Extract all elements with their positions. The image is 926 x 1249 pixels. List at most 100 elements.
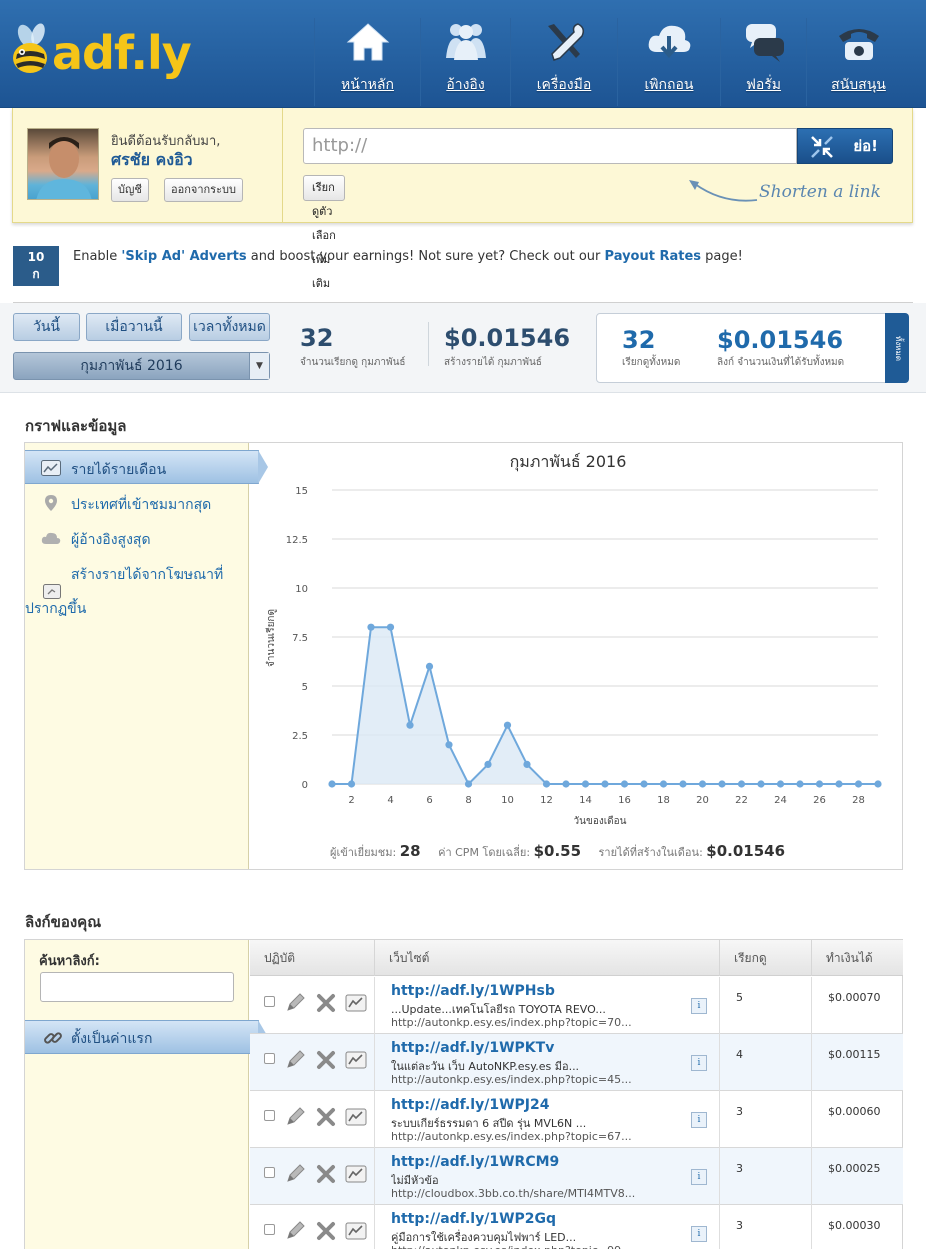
menu-top-countries[interactable]: ประเทศที่เข้าชมมากสุด — [25, 486, 259, 520]
stats-icon[interactable] — [345, 992, 367, 1014]
row-checkbox[interactable] — [264, 1167, 275, 1178]
delete-icon[interactable] — [315, 992, 337, 1014]
data-point[interactable] — [620, 780, 629, 788]
data-point[interactable] — [718, 780, 726, 788]
alltime-button[interactable]: เวลาทั้งหมด — [189, 313, 270, 341]
col-earned[interactable]: ทำเงินได้ — [811, 940, 903, 976]
link-url[interactable]: http://cloudbox.3bb.co.th/share/MTI4MTV8… — [391, 1187, 681, 1200]
short-link[interactable]: http://adf.ly/1WPJ24 — [391, 1097, 549, 1113]
views-value: 4 — [736, 1048, 743, 1061]
short-link[interactable]: http://adf.ly/1WP2Gq — [391, 1211, 556, 1227]
notice-text-suffix: page! — [701, 249, 743, 264]
row-checkbox[interactable] — [264, 1110, 275, 1121]
data-point[interactable] — [367, 623, 375, 631]
data-point[interactable] — [542, 780, 551, 788]
info-icon[interactable]: i — [691, 1055, 707, 1071]
short-link[interactable]: http://adf.ly/1WPHsb — [391, 983, 555, 999]
info-icon[interactable]: i — [691, 998, 707, 1014]
nav-referrals[interactable]: อ้างอิง — [420, 18, 510, 106]
payout-rates-link[interactable]: Payout Rates — [605, 249, 702, 264]
data-point[interactable] — [874, 780, 882, 788]
data-point[interactable] — [386, 623, 395, 631]
shrink-button[interactable]: ย่อ! — [797, 128, 893, 164]
nav-withdraw[interactable]: เพิกถอน — [617, 18, 720, 106]
nav-support[interactable]: สนับสนุน — [806, 18, 910, 106]
url-input[interactable]: http:// — [303, 128, 797, 164]
menu-top-referrers[interactable]: ผู้อ้างอิงสูงสุด — [25, 521, 259, 555]
data-point[interactable] — [484, 760, 492, 768]
skip-ad-link[interactable]: 'Skip Ad' Adverts — [121, 249, 246, 264]
data-point[interactable] — [406, 721, 414, 729]
stats-icon[interactable] — [345, 1106, 367, 1128]
data-point[interactable] — [737, 780, 746, 788]
link-url[interactable]: http://autonkp.esy.es/index.php?topic=67… — [391, 1130, 681, 1143]
menu-monthly-earnings[interactable]: รายได้รายเดือน — [25, 450, 268, 484]
nav-home[interactable]: หน้าหลัก — [314, 18, 420, 106]
row-checkbox[interactable] — [264, 996, 275, 1007]
stats-icon[interactable] — [345, 1220, 367, 1242]
edit-icon[interactable] — [284, 1163, 306, 1185]
month-select[interactable]: กุมภาพันธ์ 2016 ▼ — [13, 352, 270, 380]
nav-forum[interactable]: ฟอรั่ม — [720, 18, 806, 106]
delete-icon[interactable] — [315, 1106, 337, 1128]
data-point[interactable] — [562, 780, 570, 788]
stats-icon[interactable] — [345, 1049, 367, 1071]
menu-popup-earnings[interactable]: สร้างรายได้จากโฆษณาที่ ปรากฏขึ้น — [25, 556, 259, 617]
search-links-input[interactable] — [40, 972, 234, 1002]
delete-icon[interactable] — [315, 1049, 337, 1071]
avatar[interactable] — [27, 128, 99, 200]
data-point[interactable] — [640, 780, 648, 788]
data-point[interactable] — [796, 780, 804, 788]
col-website[interactable]: เว็บไซต์ — [374, 940, 719, 976]
row-checkbox[interactable] — [264, 1053, 275, 1064]
short-link[interactable]: http://adf.ly/1WPKTv — [391, 1040, 554, 1056]
today-button[interactable]: วันนี้ — [13, 313, 80, 341]
data-point[interactable] — [523, 760, 531, 768]
edit-icon[interactable] — [284, 1220, 306, 1242]
nav-support-label: สนับสนุน — [831, 77, 886, 93]
data-point[interactable] — [659, 780, 668, 788]
yesterday-button[interactable]: เมื่อวานนี้ — [86, 313, 182, 341]
edit-icon[interactable] — [284, 1106, 306, 1128]
more-options-button[interactable]: เรียกดูตัวเลือกเพิ่มเติม — [303, 175, 345, 290]
data-point[interactable] — [445, 741, 453, 749]
link-url[interactable]: http://autonkp.esy.es/index.php?topic=45… — [391, 1073, 681, 1086]
data-point[interactable] — [503, 721, 512, 729]
views-cell: 3 — [719, 1091, 811, 1148]
delete-icon[interactable] — [315, 1163, 337, 1185]
nav-tools[interactable]: เครื่องมือ — [510, 18, 617, 106]
data-point[interactable] — [854, 780, 863, 788]
info-icon[interactable]: i — [691, 1112, 707, 1128]
earnings-chart[interactable]: กุมภาพันธ์ 201602.557.51012.5152 4 6 8 10 12 1… — [250, 443, 902, 869]
info-icon[interactable]: i — [691, 1226, 707, 1242]
account-button[interactable]: บัญชี — [111, 178, 149, 202]
data-point[interactable] — [601, 780, 609, 788]
username[interactable]: ศรชัย คงอิว — [111, 148, 193, 173]
link-url[interactable]: http://autonkp.esy.es/index.php?topic=99… — [391, 1244, 681, 1249]
data-point[interactable] — [835, 780, 843, 788]
data-point[interactable] — [679, 780, 687, 788]
info-icon[interactable]: i — [691, 1169, 707, 1185]
logo-text[interactable]: adf.ly — [52, 26, 192, 80]
data-point[interactable] — [464, 780, 473, 788]
col-views[interactable]: เรียกดู — [719, 940, 811, 976]
edit-icon[interactable] — [284, 992, 306, 1014]
edit-icon[interactable] — [284, 1049, 306, 1071]
link-url[interactable]: http://autonkp.esy.es/index.php?topic=70… — [391, 1016, 681, 1029]
data-point[interactable] — [581, 780, 590, 788]
reset-button[interactable]: ตั้งเป็นค่าแรก — [25, 1020, 268, 1054]
data-point[interactable] — [698, 780, 707, 788]
col-actions[interactable]: ปฏิบัติ — [250, 940, 374, 976]
data-point[interactable] — [328, 780, 336, 788]
data-point[interactable] — [425, 662, 434, 670]
logout-button[interactable]: ออกจากระบบ — [164, 178, 243, 202]
row-checkbox[interactable] — [264, 1224, 275, 1235]
stats-icon[interactable] — [345, 1163, 367, 1185]
data-point[interactable] — [347, 780, 356, 788]
data-point[interactable] — [815, 780, 824, 788]
totals-tab[interactable]: ทั้งหมด — [885, 313, 909, 383]
data-point[interactable] — [776, 780, 785, 788]
delete-icon[interactable] — [315, 1220, 337, 1242]
data-point[interactable] — [757, 780, 765, 788]
short-link[interactable]: http://adf.ly/1WRCM9 — [391, 1154, 559, 1170]
